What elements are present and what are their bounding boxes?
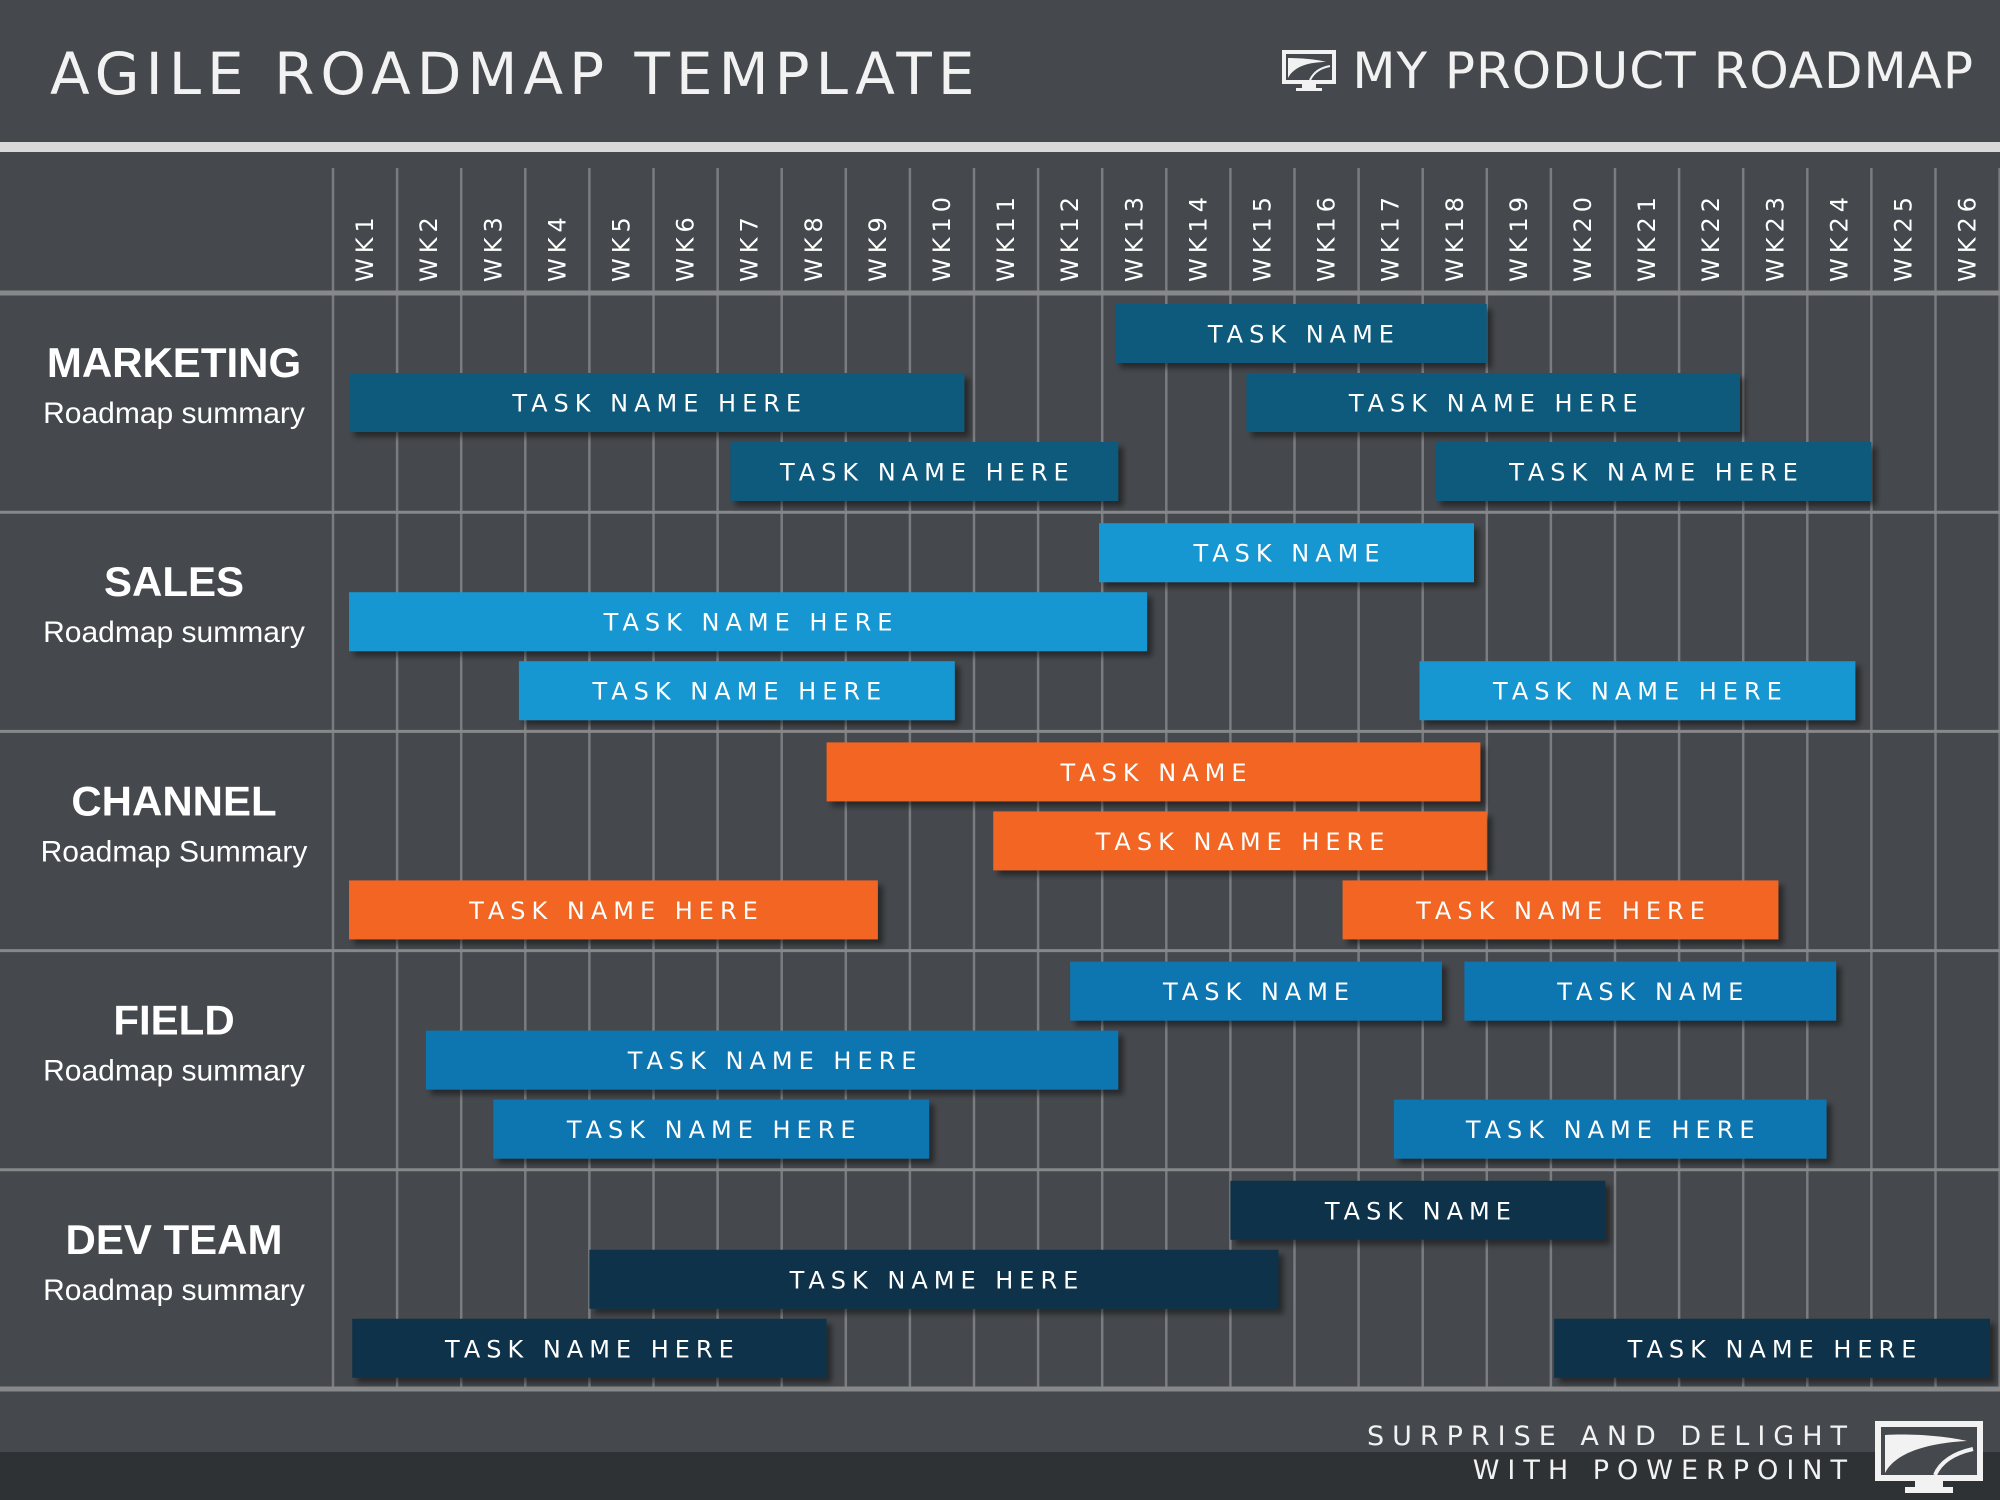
task-label: TASK NAME	[1556, 978, 1749, 1006]
task-label: TASK NAME HERE	[789, 1266, 1085, 1294]
category-summary: Roadmap summary	[43, 1274, 305, 1307]
task-label: TASK NAME HERE	[603, 609, 899, 637]
week-label: WK11	[992, 192, 1020, 282]
week-label: WK18	[1441, 192, 1469, 282]
week-label: WK24	[1825, 192, 1853, 282]
task-label: TASK NAME	[1192, 540, 1385, 568]
category-name: FIELD	[113, 997, 234, 1044]
category-name: SALES	[104, 558, 244, 605]
category-summary: Roadmap summary	[43, 1055, 305, 1088]
task-label: TASK NAME HERE	[627, 1047, 923, 1075]
week-label: WK19	[1505, 192, 1533, 282]
week-label: WK9	[864, 212, 892, 282]
task-label: TASK NAME HERE	[1465, 1116, 1761, 1144]
category-summary: Roadmap summary	[43, 397, 305, 430]
category-name: CHANNEL	[71, 777, 276, 824]
task-label: TASK NAME HERE	[1095, 828, 1391, 856]
week-label: WK17	[1377, 192, 1405, 282]
week-label: WK15	[1248, 192, 1276, 282]
task-label: TASK NAME HERE	[511, 390, 807, 418]
week-label: WK23	[1761, 192, 1789, 282]
category-name: MARKETING	[47, 339, 301, 386]
week-label: WK5	[607, 212, 635, 282]
task-label: TASK NAME HERE	[468, 897, 764, 925]
week-label: WK22	[1697, 192, 1725, 282]
task-label: TASK NAME HERE	[779, 459, 1075, 487]
week-label: WK10	[928, 192, 956, 282]
footer-line-2: WITH POWERPOINT	[1472, 1455, 1855, 1486]
task-label: TASK NAME	[1207, 321, 1400, 349]
task-label: TASK NAME HERE	[566, 1116, 862, 1144]
task-label: TASK NAME HERE	[444, 1335, 740, 1363]
category-summary: Roadmap Summary	[41, 835, 308, 868]
task-label: TASK NAME HERE	[591, 678, 887, 706]
task-label: TASK NAME HERE	[1415, 897, 1711, 925]
task-label: TASK NAME	[1059, 759, 1252, 787]
week-label: WK25	[1889, 192, 1917, 282]
task-label: TASK NAME	[1324, 1197, 1517, 1225]
week-label: WK12	[1056, 192, 1084, 282]
week-label: WK8	[800, 212, 828, 282]
week-label: WK13	[1120, 192, 1148, 282]
footer-tagline: SURPRISE AND DELIGHT WITH POWERPOINT	[1367, 1420, 1855, 1488]
task-label: TASK NAME HERE	[1348, 390, 1644, 418]
category-name: DEV TEAM	[65, 1216, 282, 1263]
roadmap-chart: WK1 WK2 WK3 WK4 WK5 WK6 WK7 WK8 WK9 WK10 WK11 WK12 W…	[0, 168, 2000, 1392]
task-label: TASK NAME	[1162, 978, 1355, 1006]
footer-line-1: SURPRISE AND DELIGHT	[1366, 1421, 1855, 1452]
week-label: WK7	[736, 212, 764, 282]
week-label: WK26	[1954, 192, 1982, 282]
task-label: TASK NAME HERE	[1508, 459, 1804, 487]
task-label: TASK NAME HERE	[1492, 678, 1788, 706]
week-label: WK1	[351, 212, 379, 282]
week-label: WK4	[543, 212, 571, 282]
category-summary: Roadmap summary	[43, 616, 305, 649]
week-label: WK20	[1569, 192, 1597, 282]
week-label: WK3	[479, 212, 507, 282]
week-label: WK14	[1184, 192, 1212, 282]
week-label: WK21	[1633, 192, 1661, 282]
week-label: WK6	[672, 212, 700, 282]
task-label: TASK NAME HERE	[1627, 1335, 1923, 1363]
week-label: WK2	[415, 212, 443, 282]
week-label: WK16	[1313, 192, 1341, 282]
road-monitor-icon	[1875, 1421, 1983, 1493]
